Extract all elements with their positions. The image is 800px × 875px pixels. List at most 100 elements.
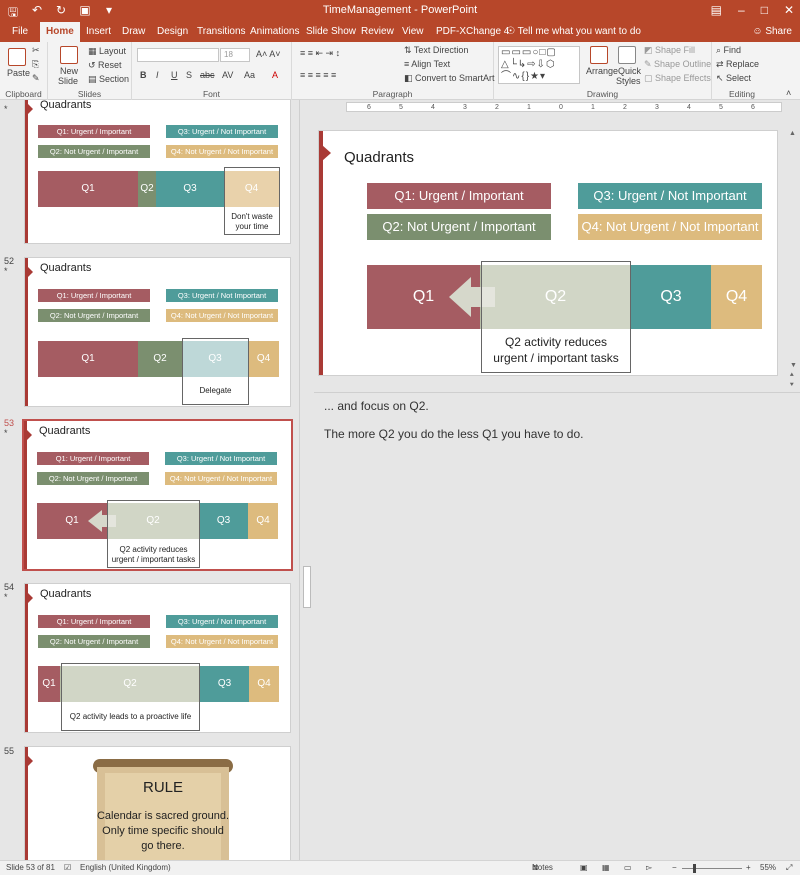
copy-icon[interactable]: ⎘: [32, 59, 39, 70]
slide-thumbnail-panel: * Quadrants Q1: Urgent / Important Q2: N…: [0, 100, 300, 860]
q4-bar[interactable]: Q4: [711, 265, 762, 329]
bold-button[interactable]: B: [140, 70, 147, 80]
reset-button[interactable]: ↺ Reset: [88, 60, 122, 71]
slide-thumbnail[interactable]: RULE Calendar is sacred ground. Only tim…: [24, 746, 291, 860]
notes-pane[interactable]: ... and focus on Q2. The more Q2 you do …: [314, 392, 800, 860]
paste-button[interactable]: Paste: [7, 68, 30, 78]
tab-view[interactable]: View: [396, 22, 430, 42]
font-color-button[interactable]: A: [272, 70, 278, 80]
quick-styles-label-2: Styles: [616, 76, 641, 86]
new-slide-button[interactable]: New: [60, 66, 78, 76]
new-slide-icon[interactable]: [60, 46, 78, 64]
bullets-icon[interactable]: ≡ ≡ ⇤ ⇥ ↕: [300, 48, 340, 59]
pen-icon: ✎: [644, 59, 655, 69]
grow-font-icon[interactable]: A˄ A˅: [256, 49, 281, 59]
slide-thumbnail[interactable]: Quadrants Q1: Urgent / Important Q2: Not…: [24, 257, 291, 407]
q1-label[interactable]: Q1: Urgent / Important: [367, 183, 551, 209]
reset-label: Reset: [98, 60, 122, 70]
shape-outline-button[interactable]: ✎ Shape Outline: [644, 59, 711, 70]
select-label: Select: [726, 73, 752, 83]
collapse-ribbon-icon[interactable]: ˄: [786, 88, 791, 98]
tab-animations[interactable]: Animations: [244, 22, 305, 42]
q3-bar[interactable]: Q3: [631, 265, 711, 329]
underline-button[interactable]: U: [171, 70, 178, 80]
scroll-up-icon[interactable]: ▲: [789, 130, 799, 138]
font-name-input[interactable]: [137, 48, 219, 62]
quick-styles-button[interactable]: Quick: [618, 66, 641, 76]
format-painter-icon[interactable]: ✎: [32, 73, 40, 84]
tab-insert[interactable]: Insert: [80, 22, 117, 42]
tab-home[interactable]: Home: [40, 22, 80, 42]
normal-view-icon[interactable]: ▣: [580, 861, 588, 875]
text-direction-button[interactable]: ⇅ Text Direction: [404, 45, 468, 56]
find-button[interactable]: ⌕ Find: [716, 45, 741, 56]
zoom-out-icon[interactable]: −: [672, 861, 677, 875]
spellcheck-icon[interactable]: ☑: [64, 861, 71, 875]
replace-button[interactable]: ⇄ Replace: [716, 59, 759, 70]
tab-review[interactable]: Review: [355, 22, 400, 42]
zoom-level[interactable]: 55%: [760, 861, 776, 875]
align-icons[interactable]: ≡ ≡ ≡ ≡ ≡: [300, 70, 336, 80]
convert-smartart-button[interactable]: ◧ Convert to SmartArt: [404, 73, 495, 84]
q4-bar: Q4: [248, 503, 278, 539]
shape-fill-button[interactable]: ◩ Shape Fill: [644, 45, 695, 56]
slide-thumbnail-selected[interactable]: Quadrants Q1: Urgent / Important Q2: Not…: [22, 419, 293, 571]
zoom-in-icon[interactable]: +: [746, 861, 751, 875]
scrollbar-thumb[interactable]: [303, 566, 311, 608]
close-icon[interactable]: ✕: [784, 3, 794, 17]
maximize-icon[interactable]: □: [761, 3, 768, 17]
slide-thumbnail[interactable]: Quadrants Q1: Urgent / Important Q2: Not…: [24, 583, 291, 733]
notes-label: Notes: [532, 863, 553, 872]
previous-slide-icon[interactable]: ⯅: [789, 372, 799, 380]
tab-design[interactable]: Design: [151, 22, 194, 42]
select-button[interactable]: ↖ Select: [716, 73, 751, 84]
share-button[interactable]: ☺ Share: [752, 22, 792, 42]
quick-styles-icon[interactable]: [618, 46, 636, 64]
thumbnail-scrollbar[interactable]: [300, 100, 314, 860]
editor-scrollbar[interactable]: ▲ ▼ ⯅ ⯆: [788, 130, 800, 392]
fit-slide-icon[interactable]: ⤢: [786, 861, 792, 875]
slides-group: New Slide ▦ Layout ↺ Reset ▤ Section Sli…: [48, 42, 132, 100]
next-slide-icon[interactable]: ⯆: [789, 382, 799, 390]
notes-line-2[interactable]: The more Q2 you do the less Q1 you have …: [324, 427, 583, 441]
minimize-icon[interactable]: –: [738, 3, 745, 17]
font-size-input[interactable]: 18: [220, 48, 250, 62]
notes-line-1[interactable]: ... and focus on Q2.: [324, 399, 429, 413]
slide-sorter-icon[interactable]: ▦: [602, 861, 610, 875]
paste-icon[interactable]: [8, 48, 26, 66]
tab-draw[interactable]: Draw: [116, 22, 151, 42]
zoom-slider-thumb[interactable]: [693, 864, 696, 873]
current-slide[interactable]: Quadrants Q1: Urgent / Important Q2: Not…: [318, 130, 778, 376]
shapes-gallery[interactable]: ▭▭▭○□▢ △└↳⇨⇩⬡ ⌒∿{}★▾: [498, 46, 580, 84]
align-text-button[interactable]: ≡ Align Text: [404, 59, 450, 69]
scroll-down-icon[interactable]: ▼: [790, 362, 798, 370]
zoom-slider[interactable]: [682, 868, 742, 869]
slide-title[interactable]: Quadrants: [344, 149, 414, 166]
tab-slide-show[interactable]: Slide Show: [300, 22, 362, 42]
layout-button[interactable]: ▦ Layout: [88, 46, 126, 57]
shadow-button[interactable]: S: [186, 70, 192, 80]
italic-button[interactable]: I: [156, 70, 159, 80]
q4-label[interactable]: Q4: Not Urgent / Not Important: [578, 214, 762, 240]
callout-box[interactable]: Q2 activity reduces urgent / important t…: [481, 261, 631, 373]
cut-icon[interactable]: ✂: [32, 45, 40, 56]
left-arrow-icon[interactable]: [449, 277, 471, 317]
q2-label[interactable]: Q2: Not Urgent / Important: [367, 214, 551, 240]
section-button[interactable]: ▤ Section: [88, 74, 129, 85]
arrange-icon[interactable]: [590, 46, 608, 64]
slideshow-icon[interactable]: ▻: [646, 861, 652, 875]
reading-view-icon[interactable]: ▭: [624, 861, 632, 875]
char-spacing-button[interactable]: AV: [222, 70, 233, 80]
strikethrough-button[interactable]: abc: [200, 70, 215, 80]
tab-file[interactable]: File: [6, 22, 34, 42]
q1-bar: Q1: [38, 171, 138, 207]
change-case-button[interactable]: Aa: [244, 70, 255, 80]
shape-effects-button[interactable]: ▢ Shape Effects: [644, 73, 711, 84]
q3-label[interactable]: Q3: Urgent / Not Important: [578, 183, 762, 209]
slide-thumbnail[interactable]: Quadrants Q1: Urgent / Important Q2: Not…: [24, 100, 291, 244]
ribbon-options-icon[interactable]: ▤: [711, 3, 722, 17]
language-indicator[interactable]: English (United Kingdom): [80, 861, 171, 875]
tell-me-box[interactable]: ☉ Tell me what you want to do: [500, 22, 647, 42]
arrange-button[interactable]: Arrange: [586, 66, 618, 76]
tab-transitions[interactable]: Transitions: [191, 22, 252, 42]
